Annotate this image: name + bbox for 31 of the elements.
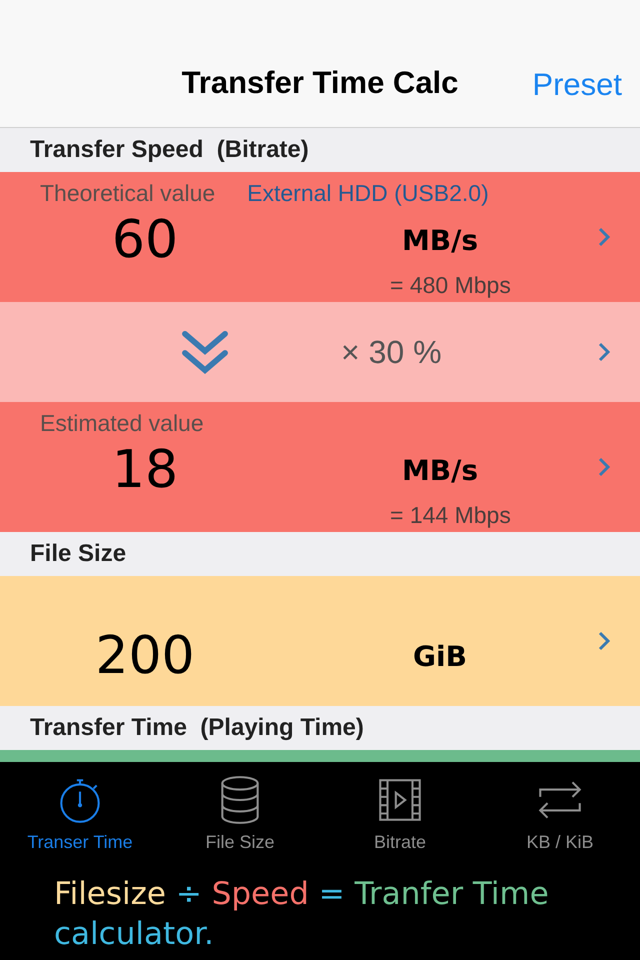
row-label: Theoretical value [40, 180, 216, 207]
screen-title: Transfer Time Calc [182, 65, 458, 101]
chevron-icon [598, 631, 610, 651]
chevron-icon [598, 342, 610, 362]
conversion-text: = 144 Mbps [390, 502, 512, 529]
double-chevron-down-icon [181, 330, 229, 374]
value-row[interactable]: 200 GiB [0, 576, 640, 706]
section-header: Transfer Speed (Bitrate) [30, 136, 309, 164]
section-header: File Size [30, 540, 126, 568]
value-text: 18 [110, 440, 180, 500]
tab[interactable]: File Size [160, 762, 320, 868]
value-text: 60 [110, 210, 180, 270]
factor-row[interactable]: × 30 % [0, 302, 640, 402]
tab[interactable]: Transer Time [0, 762, 160, 868]
preset-name: External HDD (USB2.0) [247, 180, 489, 207]
unit-text: MB/s [400, 454, 480, 486]
tab[interactable]: KB / KiB [480, 762, 640, 868]
chevron-icon [598, 227, 610, 247]
row-label: Estimated value [40, 410, 204, 437]
formula-caption: Filesize ÷ Speed = Tranfer Time calculator. [54, 875, 550, 954]
value-row[interactable]: Theoretical value External HDD (USB2.0) 60 MB/s = 480 Mbps [0, 172, 640, 302]
section-header: Transfer Time (Playing Time) [30, 714, 364, 742]
unit-text: MB/s [400, 224, 480, 256]
unit-text: GiB [412, 640, 468, 672]
value-text: 200 [94, 626, 196, 686]
conversion-text: = 480 Mbps [390, 272, 512, 299]
chevron-icon [598, 457, 610, 477]
factor-text: × 30 % [341, 334, 442, 370]
value-row[interactable]: Estimated value 18 MB/s = 144 Mbps [0, 402, 640, 532]
tab[interactable]: Bitrate [320, 762, 480, 868]
preset-button[interactable]: Preset [532, 67, 622, 103]
